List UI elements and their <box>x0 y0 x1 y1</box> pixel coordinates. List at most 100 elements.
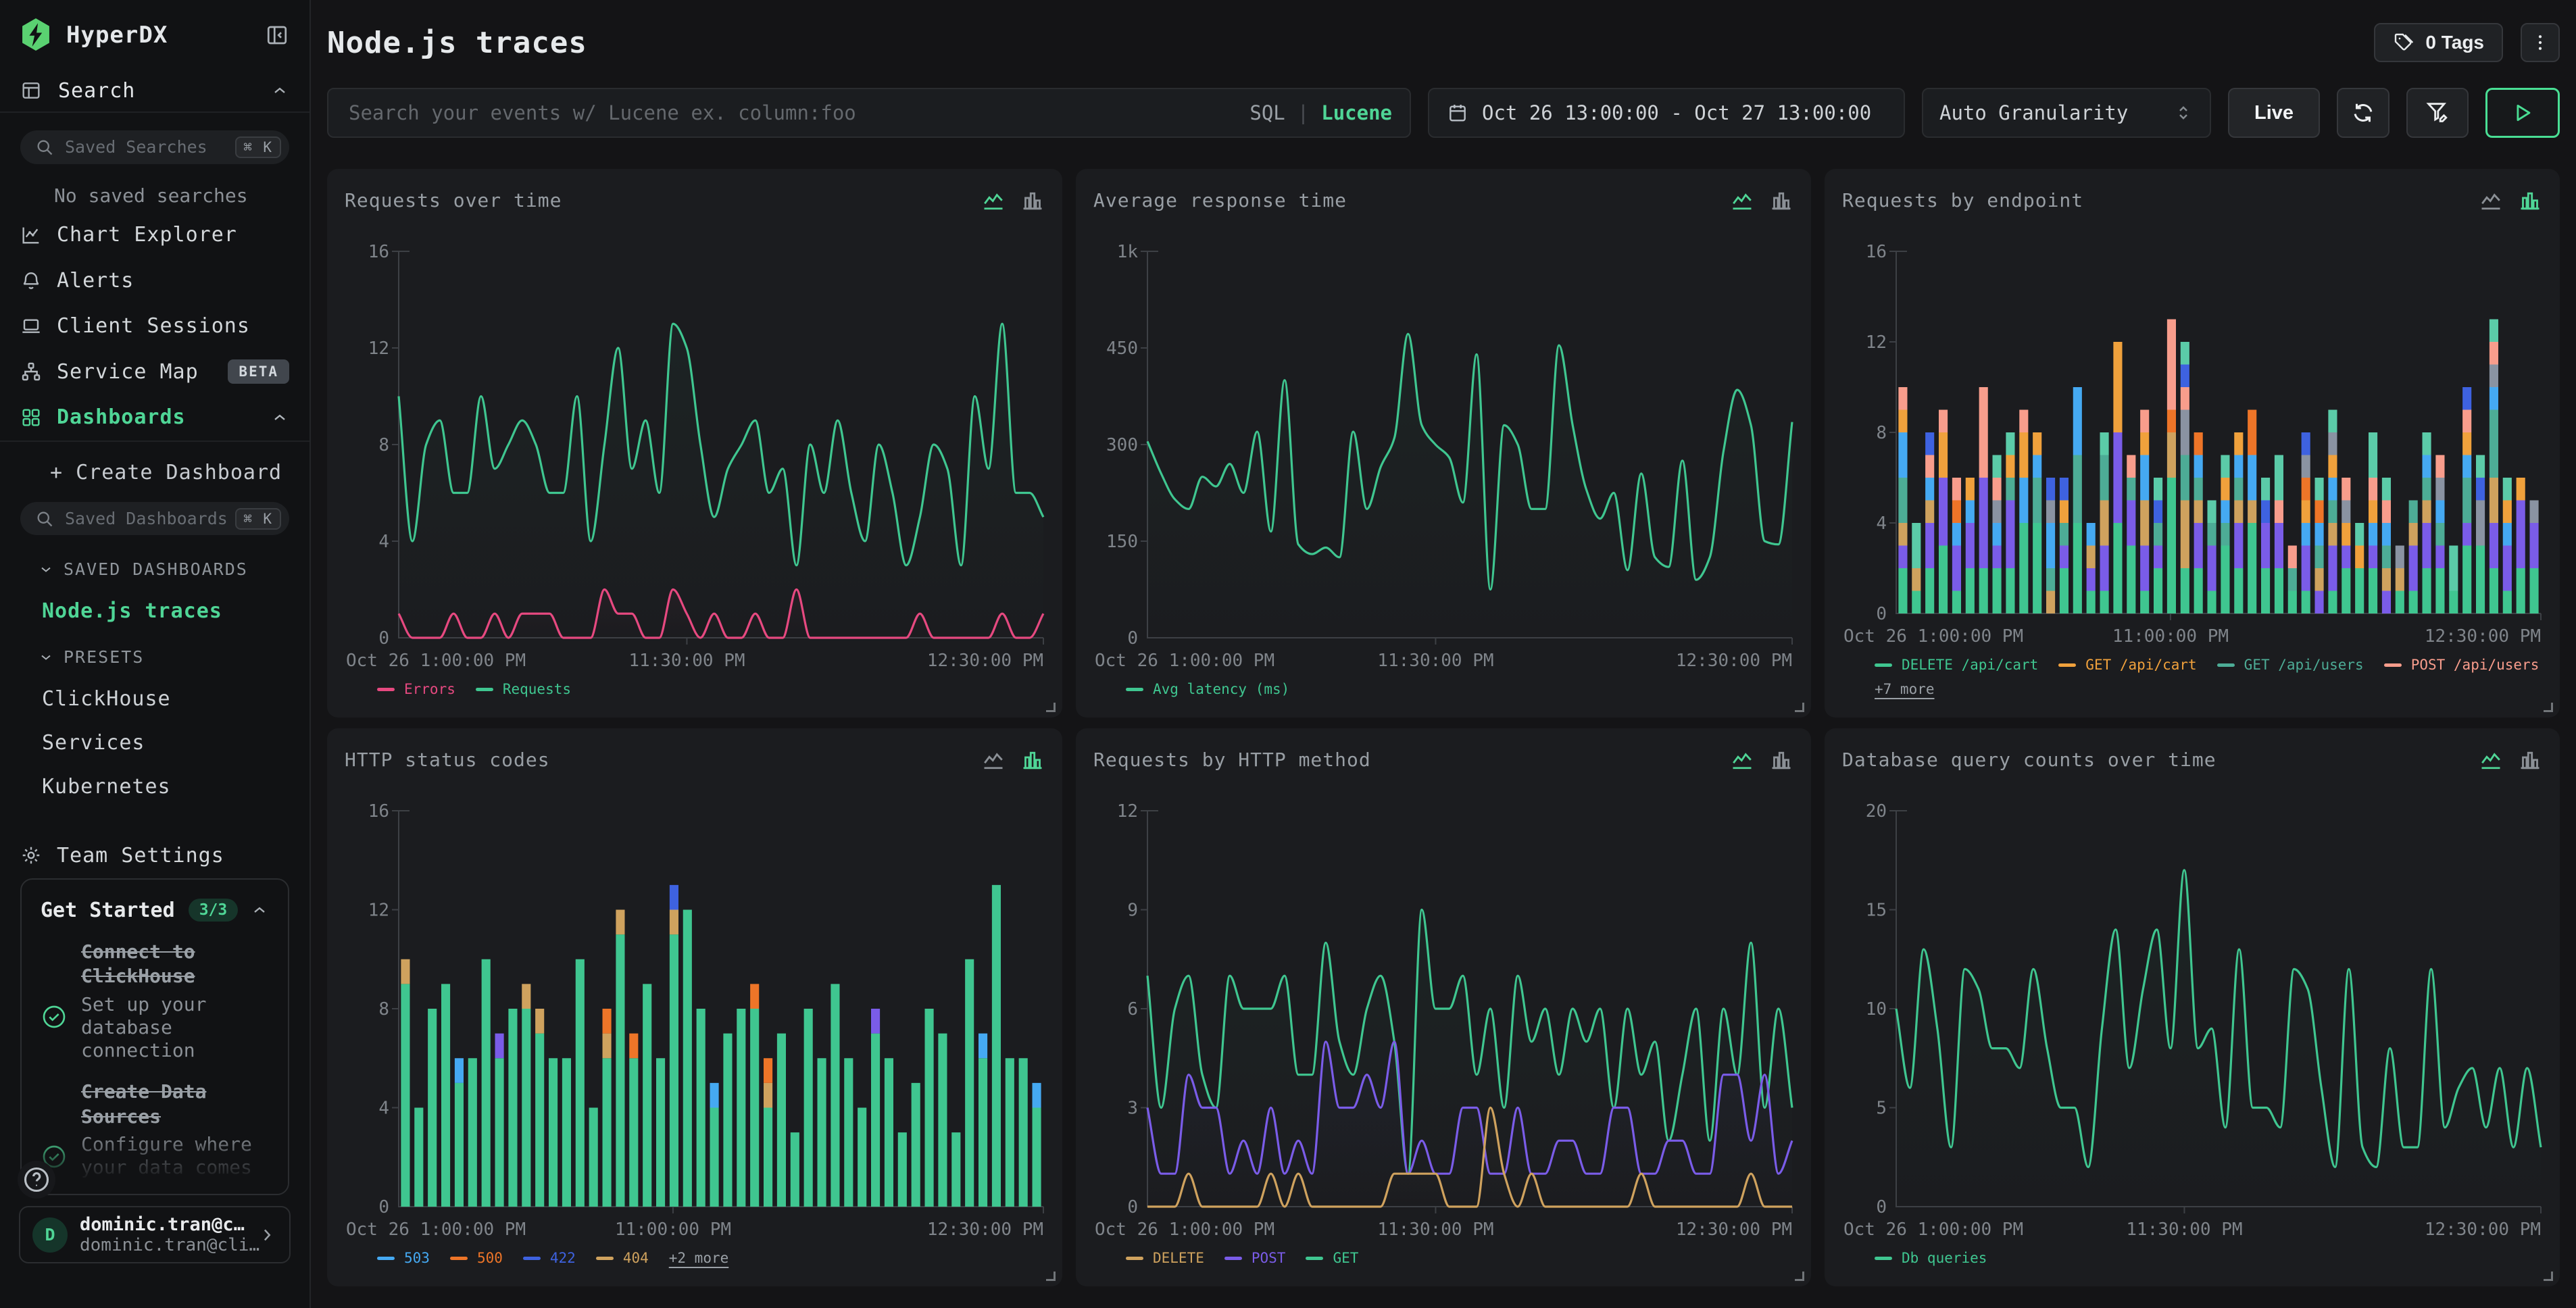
legend-item[interactable]: 500 <box>450 1250 503 1266</box>
lucene-option[interactable]: Lucene <box>1321 101 1392 124</box>
chart-plot[interactable]: 0481216Oct 26 1:00:00 PM11:00:00 PM12:30… <box>345 772 1045 1244</box>
collapse-sidebar-icon[interactable] <box>265 23 289 47</box>
sql-option[interactable]: SQL <box>1249 101 1285 124</box>
event-search-input[interactable]: Search your events w/ Lucene ex. column:… <box>327 88 1411 138</box>
bar-chart-mode-icon[interactable] <box>1769 188 1793 212</box>
brand-name: HyperDX <box>66 22 265 49</box>
legend-item[interactable]: 422 <box>523 1250 576 1266</box>
legend-more-link[interactable]: +2 more <box>669 1250 729 1266</box>
chevron-up-icon[interactable] <box>270 408 289 427</box>
svg-text:12:30:00 PM: 12:30:00 PM <box>927 651 1043 671</box>
legend-item[interactable]: Db queries <box>1875 1250 1987 1266</box>
svg-text:12: 12 <box>1117 801 1138 822</box>
legend-item[interactable]: Avg latency (ms) <box>1126 681 1289 697</box>
legend-item[interactable]: DELETE <box>1126 1250 1204 1266</box>
svg-text:1k: 1k <box>1117 242 1139 262</box>
resize-handle[interactable] <box>1795 1272 1804 1281</box>
saved-searches-placeholder: Saved Searches <box>65 137 235 157</box>
legend-swatch <box>1126 688 1143 691</box>
kebab-menu-button[interactable] <box>2521 23 2560 62</box>
user-card[interactable]: D dominic.tran@c… dominic.tran@cli… <box>19 1206 291 1263</box>
sidebar-item-team-settings[interactable]: Team Settings <box>0 832 309 878</box>
date-range-input[interactable]: Oct 26 13:00:00 - Oct 27 13:00:00 <box>1428 88 1905 138</box>
line-chart-mode-icon[interactable] <box>981 747 1006 772</box>
legend-item[interactable]: DELETE /api/cart <box>1875 657 2038 673</box>
get-started-item-desc: Set up your database connection <box>81 993 262 1062</box>
chart-mode-toggle <box>1730 742 1793 772</box>
sidebar-item-chart-explorer[interactable]: Chart Explorer <box>0 212 309 258</box>
legend-item[interactable]: GET /api/cart <box>2058 657 2196 673</box>
line-chart-mode-icon[interactable] <box>2479 747 2503 772</box>
bar-chart-mode-icon[interactable] <box>2518 188 2542 212</box>
chevron-up-icon[interactable] <box>270 81 289 100</box>
sidebar-item-label: Client Sessions <box>57 314 289 338</box>
saved-dashboards-header[interactable]: SAVED DASHBOARDS <box>0 535 309 579</box>
saved-dashboards-input[interactable]: Saved Dashboards ⌘ K <box>20 502 289 536</box>
search-icon <box>35 138 54 157</box>
sidebar-item-nodejs-traces[interactable]: Node.js traces <box>0 579 309 623</box>
svg-text:0: 0 <box>1876 604 1887 624</box>
tags-button[interactable]: 0 Tags <box>2374 23 2503 62</box>
line-chart-mode-icon[interactable] <box>981 188 1006 212</box>
legend-item[interactable]: GET <box>1306 1250 1358 1266</box>
resize-handle[interactable] <box>1046 703 1056 712</box>
legend-more-link[interactable]: +7 more <box>1875 681 1935 697</box>
legend-item[interactable]: POST <box>1224 1250 1286 1266</box>
panel-header: Average response time <box>1093 182 1793 212</box>
sidebar-item-service-map[interactable]: Service Map BETA <box>0 349 309 395</box>
legend-label: 500 <box>477 1250 503 1266</box>
resize-handle[interactable] <box>1046 1272 1056 1281</box>
granularity-select[interactable]: Auto Granularity <box>1922 88 2211 138</box>
dashboards-icon <box>20 407 42 428</box>
legend-item[interactable]: Requests <box>476 681 571 697</box>
chart-legend: 503 500 422 404 +2 more <box>345 1244 1045 1277</box>
legend-item[interactable]: GET /api/users <box>2217 657 2364 673</box>
sidebar-item-kubernetes[interactable]: Kubernetes <box>0 755 309 799</box>
line-chart-mode-icon[interactable] <box>1730 747 1754 772</box>
chart-plot[interactable]: 0481216Oct 26 1:00:00 PM11:30:00 PM12:30… <box>345 212 1045 676</box>
sidebar-item-alerts[interactable]: Alerts <box>0 257 309 303</box>
filter-button[interactable] <box>2406 88 2469 138</box>
resize-handle[interactable] <box>2544 1272 2553 1281</box>
create-dashboard-button[interactable]: + Create Dashboard <box>0 442 309 484</box>
svg-text:12: 12 <box>368 338 389 359</box>
legend-item[interactable]: Errors <box>377 681 455 697</box>
resize-handle[interactable] <box>2544 703 2553 712</box>
get-started-progress-badge: 3/3 <box>189 899 239 922</box>
panel-header: Requests by endpoint <box>1842 182 2542 212</box>
get-started-item[interactable]: Connect to ClickHouse Set up your databa… <box>41 940 269 1062</box>
sidebar-item-services[interactable]: Services <box>0 711 309 755</box>
query-language-toggle[interactable]: SQL | Lucene <box>1249 101 1392 124</box>
chart-mode-toggle <box>2479 742 2542 772</box>
resize-handle[interactable] <box>1795 703 1804 712</box>
sidebar-item-dashboards[interactable]: Dashboards <box>0 395 309 441</box>
sidebar-item-client-sessions[interactable]: Client Sessions <box>0 303 309 349</box>
sidebar-section-search[interactable]: Search <box>0 70 309 111</box>
calendar-icon <box>1447 102 1468 124</box>
bar-chart-mode-icon[interactable] <box>1769 747 1793 772</box>
help-icon[interactable] <box>18 1161 55 1199</box>
chart-plot[interactable]: 0481216Oct 26 1:00:00 PM11:00:00 PM12:30… <box>1842 212 2542 651</box>
legend-item[interactable]: 503 <box>377 1250 430 1266</box>
chart-legend: DELETE POST GET <box>1093 1244 1793 1277</box>
chevron-up-icon[interactable] <box>250 901 269 920</box>
run-query-button[interactable] <box>2485 88 2560 138</box>
live-button[interactable]: Live <box>2228 88 2320 138</box>
svg-text:0: 0 <box>378 628 389 649</box>
bar-chart-mode-icon[interactable] <box>1020 188 1045 212</box>
chart-plot[interactable]: 01503004501kOct 26 1:00:00 PM11:30:00 PM… <box>1093 212 1793 676</box>
chart-plot[interactable]: 05101520Oct 26 1:00:00 PM11:30:00 PM12:3… <box>1842 772 2542 1244</box>
bar-chart-mode-icon[interactable] <box>2518 747 2542 772</box>
legend-item[interactable]: POST /api/users <box>2384 657 2540 673</box>
bar-chart-mode-icon[interactable] <box>1020 747 1045 772</box>
chart-plot[interactable]: 036912Oct 26 1:00:00 PM11:30:00 PM12:30:… <box>1093 772 1793 1244</box>
saved-searches-input[interactable]: Saved Searches ⌘ K <box>20 130 289 164</box>
sidebar-item-clickhouse[interactable]: ClickHouse <box>0 667 309 711</box>
chart-title: Requests by HTTP method <box>1093 742 1730 771</box>
play-icon <box>2511 101 2534 124</box>
refresh-button[interactable] <box>2337 88 2389 138</box>
legend-item[interactable]: 404 <box>596 1250 649 1266</box>
line-chart-mode-icon[interactable] <box>2479 188 2503 212</box>
presets-header[interactable]: PRESETS <box>0 623 309 667</box>
line-chart-mode-icon[interactable] <box>1730 188 1754 212</box>
